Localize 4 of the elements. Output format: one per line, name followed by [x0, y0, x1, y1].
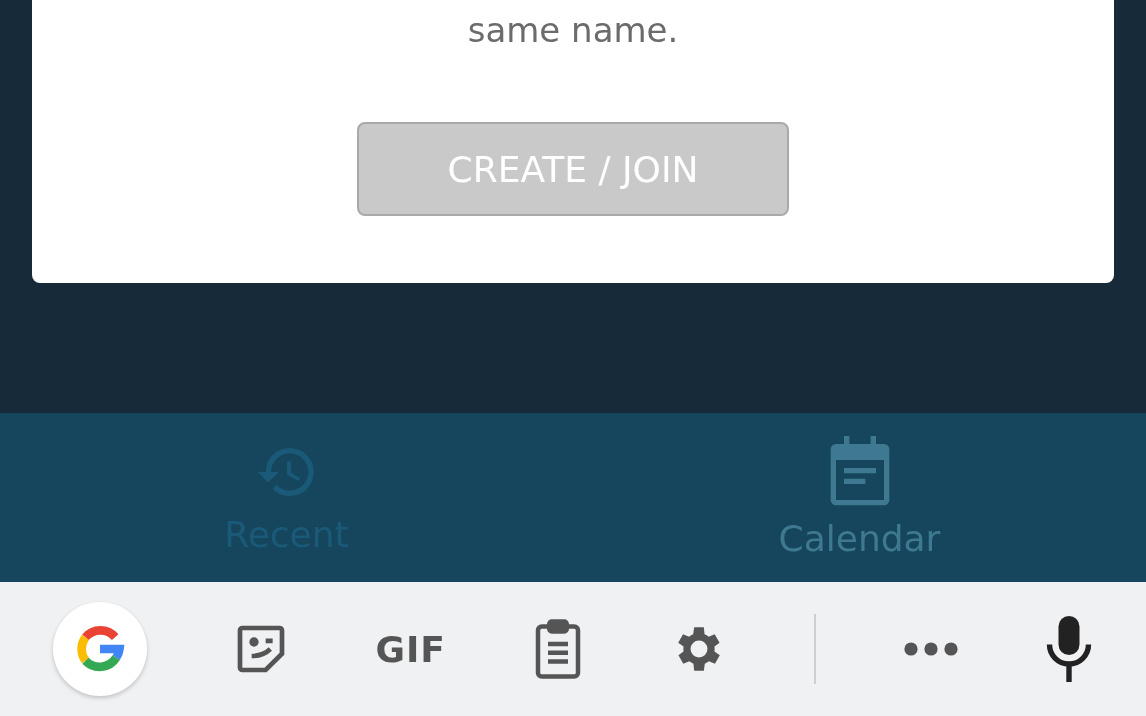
gif-button[interactable]: GIF	[375, 628, 446, 670]
microphone-icon[interactable]	[1044, 616, 1093, 682]
more-icon[interactable]	[902, 641, 959, 657]
dialog-message: same name.	[467, 9, 679, 52]
